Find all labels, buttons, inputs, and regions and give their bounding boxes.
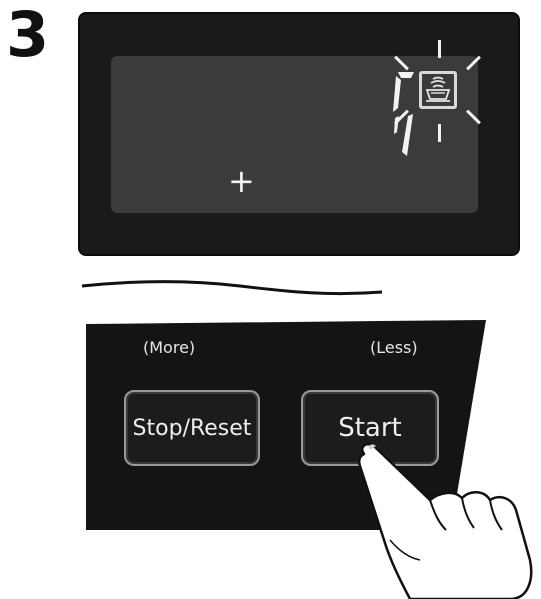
display-plus-symbol: + — [228, 162, 255, 200]
start-label: Start — [338, 413, 402, 443]
step-number: 3 — [6, 0, 49, 71]
start-button-caption: (Less) — [370, 338, 418, 357]
sensor-reheat-icon — [425, 76, 451, 102]
stop-button-caption: (More) — [143, 338, 196, 357]
sensor-indicator — [419, 71, 457, 109]
stop-reset-button[interactable]: Stop/Reset — [124, 390, 260, 466]
pressing-finger-icon — [357, 443, 533, 599]
section-divider — [81, 280, 383, 296]
stop-reset-label: Stop/Reset — [132, 415, 252, 441]
